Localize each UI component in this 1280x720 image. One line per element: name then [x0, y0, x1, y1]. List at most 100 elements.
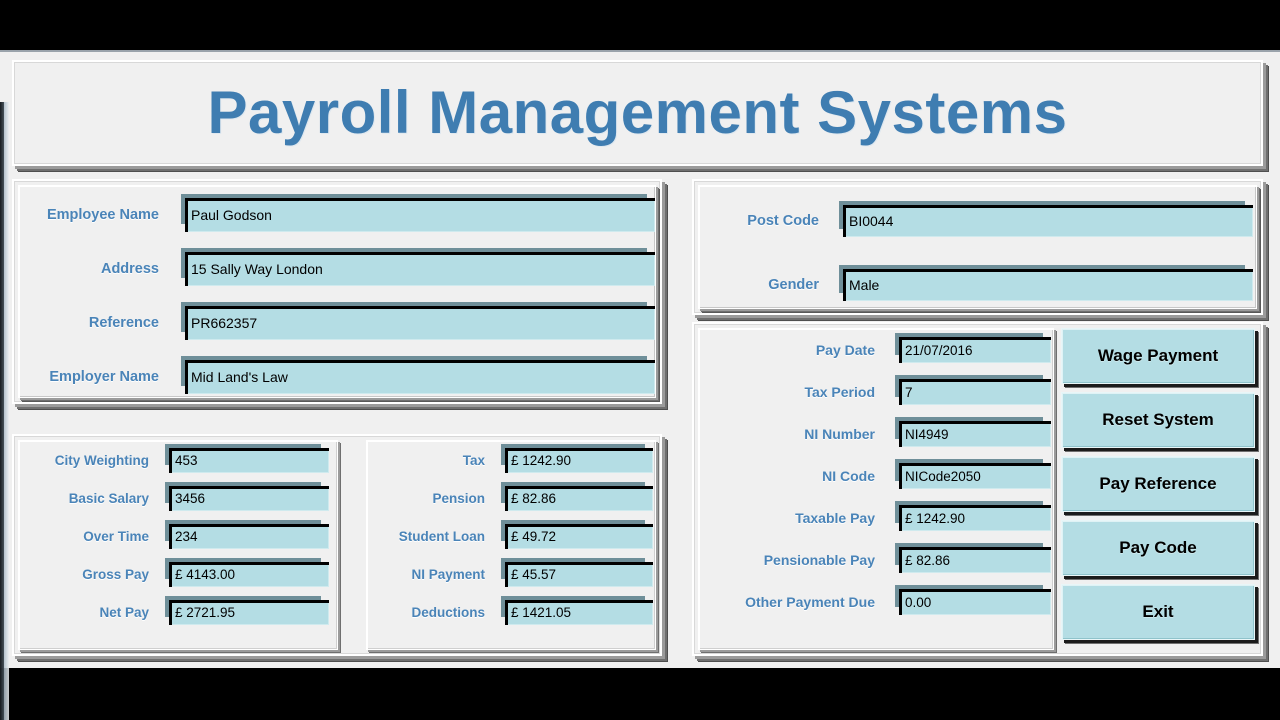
screen: Payroll Management Systems Employee Name…	[0, 0, 1280, 720]
details-field-row: Pensionable Pay £ 82.86	[699, 539, 1053, 581]
details-field-row: NI Number NI4949	[699, 413, 1053, 455]
postcode-field-input[interactable]: BI0044	[843, 205, 1253, 237]
earnings-field-row: Gross Pay £ 4143.00	[19, 555, 337, 593]
employee-field-row: Employee Name Paul Godson	[19, 190, 655, 240]
details-field-value: 21/07/2016	[905, 342, 973, 358]
details-field-input[interactable]: NI4949	[899, 421, 1051, 447]
window-left-edge-shadow	[0, 102, 4, 720]
deductions-field-value: £ 1421.05	[511, 604, 572, 620]
deductions-field-input[interactable]: £ 1421.05	[505, 599, 653, 625]
details-field-label: Tax Period	[804, 384, 875, 400]
details-field-value: 7	[905, 384, 913, 400]
employee-details-panel: Employee Name Paul Godson Address 15 Sally …	[12, 179, 662, 404]
deductions-field-row: NI Payment £ 45.57	[367, 555, 655, 593]
details-field-label: Pay Date	[815, 342, 875, 358]
details-field-input[interactable]: £ 82.86	[899, 547, 1051, 573]
earnings-field-input[interactable]: 3456	[169, 485, 329, 511]
employee-field-row: Reference PR662357	[19, 298, 655, 348]
deductions-field-row: Student Loan £ 49.72	[367, 517, 655, 555]
employee-field-input[interactable]: Mid Land's Law	[185, 360, 655, 394]
deductions-field-input[interactable]: £ 49.72	[505, 523, 653, 549]
employee-details-inner: Employee Name Paul Godson Address 15 Sally …	[18, 185, 656, 398]
details-field-row: NI Code NICode2050	[699, 455, 1053, 497]
postcode-field-row: Gender Male	[699, 256, 1256, 314]
deductions-field-input[interactable]: £ 1242.90	[505, 447, 653, 473]
employee-field-input[interactable]: PR662357	[185, 306, 655, 340]
details-field-label: Taxable Pay	[795, 510, 875, 526]
details-field-label: Other Payment Due	[745, 594, 875, 610]
title-banner: Payroll Management Systems	[12, 60, 1263, 166]
earnings-field-label: Gross Pay	[82, 566, 149, 582]
payroll-details-field-list: Pay Date 21/07/2016 Tax Period 7 NI Number NI…	[699, 329, 1053, 623]
action-button-pay-code[interactable]: Pay Code	[1061, 520, 1255, 576]
employee-field-value: 15 Sally Way London	[191, 261, 323, 277]
employee-field-value: Paul Godson	[191, 207, 272, 223]
postcode-field-value: Male	[849, 277, 880, 293]
details-field-value: £ 1242.90	[905, 510, 966, 526]
page-title: Payroll Management Systems	[207, 79, 1068, 146]
earnings-field-row: Basic Salary 3456	[19, 479, 337, 517]
details-field-input[interactable]: 7	[899, 379, 1051, 405]
action-button-reset-system[interactable]: Reset System	[1061, 392, 1255, 448]
payroll-details-group: Pay Date 21/07/2016 Tax Period 7 NI Number NI…	[698, 328, 1054, 650]
employee-field-row: Employer Name Mid Land's Law	[19, 352, 655, 402]
employee-field-value: PR662357	[191, 315, 258, 331]
details-field-input[interactable]: 0.00	[899, 589, 1051, 615]
deductions-field-row: Pension £ 82.86	[367, 479, 655, 517]
earnings-field-input[interactable]: 453	[169, 447, 329, 473]
employee-field-row: Address 15 Sally Way London	[19, 244, 655, 294]
deductions-field-input[interactable]: £ 82.86	[505, 485, 653, 511]
earnings-field-value: 234	[175, 528, 198, 544]
details-field-value: NICode2050	[905, 468, 981, 484]
earnings-field-label: Over Time	[83, 528, 149, 544]
deductions-field-row: Deductions £ 1421.05	[367, 593, 655, 631]
postcode-field-list: Post Code BI0044 Gender Male	[699, 192, 1256, 314]
details-field-row: Taxable Pay £ 1242.90	[699, 497, 1053, 539]
employee-field-input[interactable]: 15 Sally Way London	[185, 252, 655, 286]
details-field-input[interactable]: 21/07/2016	[899, 337, 1051, 363]
earnings-field-row: Net Pay £ 2721.95	[19, 593, 337, 631]
earnings-field-row: City Weighting 453	[19, 441, 337, 479]
details-field-row: Tax Period 7	[699, 371, 1053, 413]
earnings-field-input[interactable]: £ 4143.00	[169, 561, 329, 587]
postcode-gender-panel: Post Code BI0044 Gender Male	[692, 179, 1263, 315]
details-field-row: Other Payment Due 0.00	[699, 581, 1053, 623]
earnings-field-row: Over Time 234	[19, 517, 337, 555]
deductions-field-label: Student Loan	[398, 528, 485, 544]
earnings-field-value: 453	[175, 452, 198, 468]
details-field-value: £ 82.86	[905, 552, 951, 568]
action-button-list: Wage Payment Reset System Pay Reference Pay…	[1061, 328, 1255, 640]
earnings-field-input[interactable]: 234	[169, 523, 329, 549]
deductions-field-label: NI Payment	[411, 566, 485, 582]
earnings-field-input[interactable]: £ 2721.95	[169, 599, 329, 625]
deductions-field-label: Tax	[462, 452, 485, 468]
earnings-field-label: Basic Salary	[68, 490, 149, 506]
postcode-field-label: Post Code	[747, 213, 819, 229]
payroll-details-panel: Pay Date 21/07/2016 Tax Period 7 NI Number NI…	[692, 322, 1263, 656]
deductions-field-row: Tax £ 1242.90	[367, 441, 655, 479]
employee-field-label: Employer Name	[49, 369, 159, 385]
postcode-field-label: Gender	[768, 277, 819, 293]
employee-field-value: Mid Land's Law	[191, 369, 288, 385]
action-button-wage-payment[interactable]: Wage Payment	[1061, 328, 1255, 384]
details-field-input[interactable]: £ 1242.90	[899, 505, 1051, 531]
details-field-row: Pay Date 21/07/2016	[699, 329, 1053, 371]
deductions-field-value: £ 1242.90	[511, 452, 572, 468]
earnings-field-list: City Weighting 453 Basic Salary 3456 Over Ti…	[19, 441, 337, 631]
employee-field-input[interactable]: Paul Godson	[185, 198, 655, 232]
earnings-field-label: Net Pay	[99, 604, 149, 620]
details-field-label: Pensionable Pay	[763, 552, 875, 568]
action-button-pay-reference[interactable]: Pay Reference	[1061, 456, 1255, 512]
deductions-group: Tax £ 1242.90 Pension £ 82.86 Student Loan £ …	[366, 440, 656, 650]
postcode-field-input[interactable]: Male	[843, 269, 1253, 301]
deductions-field-value: £ 82.86	[511, 490, 557, 506]
details-field-value: 0.00	[905, 594, 932, 610]
details-field-label: NI Code	[822, 468, 875, 484]
deductions-field-value: £ 45.57	[511, 566, 557, 582]
action-button-exit[interactable]: Exit	[1061, 584, 1255, 640]
details-field-input[interactable]: NICode2050	[899, 463, 1051, 489]
details-field-label: NI Number	[804, 426, 875, 442]
deductions-field-input[interactable]: £ 45.57	[505, 561, 653, 587]
employee-field-list: Employee Name Paul Godson Address 15 Sally …	[19, 190, 655, 402]
deductions-field-list: Tax £ 1242.90 Pension £ 82.86 Student Loan £ …	[367, 441, 655, 631]
